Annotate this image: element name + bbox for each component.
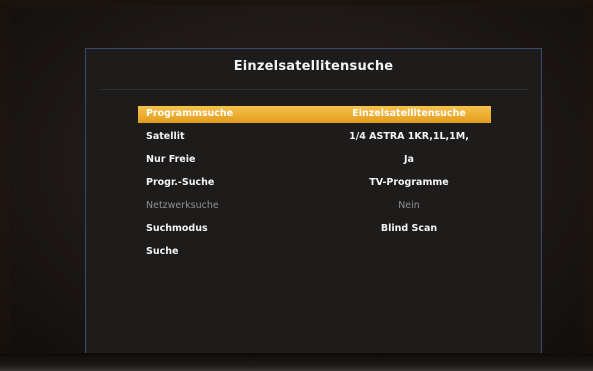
row-label: Netzwerksuche — [146, 200, 219, 211]
menu-row-programmsuche[interactable]: Programmsuche Einzelsatellitensuche — [138, 106, 491, 123]
satellite-search-dialog: Einzelsatellitensuche Programmsuche Einz… — [85, 48, 542, 356]
menu-row-satellit[interactable]: Satellit 1/4 ASTRA 1KR,1L,1M, — [138, 129, 491, 146]
row-label: Progr.-Suche — [146, 177, 215, 188]
menu-row-suche[interactable]: Suche — [138, 244, 491, 261]
row-value: Nein — [398, 200, 420, 211]
row-value: 1/4 ASTRA 1KR,1L,1M, — [349, 131, 469, 142]
row-value: Einzelsatellitensuche — [352, 108, 466, 119]
tv-screen: Einzelsatellitensuche Programmsuche Einz… — [10, 8, 583, 356]
dialog-title: Einzelsatellitensuche — [233, 59, 394, 74]
tv-bezel-bottom — [0, 353, 593, 371]
menu-row-netzwerksuche: Netzwerksuche Nein — [138, 198, 491, 215]
menu-row-progr-suche[interactable]: Progr.-Suche TV-Programme — [138, 175, 491, 192]
menu-row-nur-freie[interactable]: Nur Freie Ja — [138, 152, 491, 169]
menu-row-suchmodus[interactable]: Suchmodus Blind Scan — [138, 221, 491, 238]
row-label: Satellit — [146, 131, 185, 142]
row-label: Nur Freie — [146, 154, 196, 165]
row-label: Suche — [146, 246, 179, 257]
row-value: Blind Scan — [380, 223, 438, 234]
row-label: Programmsuche — [146, 108, 234, 119]
tv-bezel-top — [0, 0, 593, 6]
row-value: TV-Programme — [369, 177, 449, 188]
title-divider — [100, 89, 527, 90]
row-value: Ja — [404, 154, 414, 165]
row-label: Suchmodus — [146, 223, 208, 234]
